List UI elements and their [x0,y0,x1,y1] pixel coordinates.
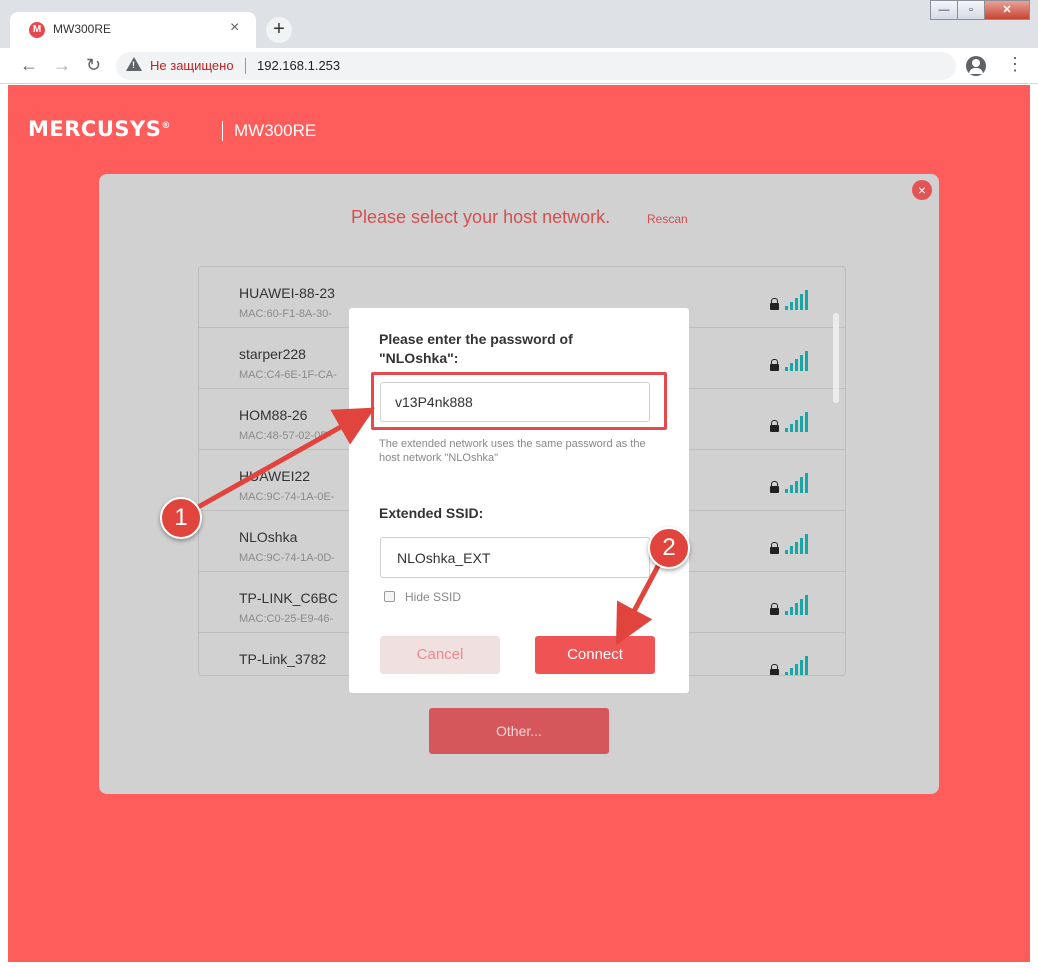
network-name: HOM88-26 [239,407,308,423]
tab-close-icon[interactable]: × [230,20,239,36]
other-network-button[interactable]: Other... [429,708,609,754]
hide-ssid-checkbox[interactable] [384,591,395,602]
network-list-scrollbar[interactable] [833,313,839,403]
network-mac: MAC:60-F1-8A-30- [239,308,332,320]
rescan-link[interactable]: Rescan [647,212,688,226]
window-close-button[interactable]: ✕ [984,0,1030,20]
warning-triangle-icon [126,57,142,71]
wifi-signal-icon [785,412,815,432]
url-text[interactable]: 192.168.1.253 [257,58,340,73]
network-name: starper228 [239,346,306,362]
network-name: TP-LINK_C6BC [239,590,338,606]
back-arrow-icon[interactable]: ← [20,55,38,75]
lock-icon [770,664,779,675]
lock-icon [770,542,779,554]
forward-arrow-icon[interactable]: → [53,55,71,75]
connect-button[interactable]: Connect [535,636,655,674]
network-name: TP-Link_3782 [239,651,327,667]
password-prompt: Please enter the password of "NLOshka": [379,331,573,366]
extended-ssid-input[interactable] [380,537,650,578]
network-mac: MAC:9C-74-1A-0D- [239,552,335,564]
browser-toolbar: ← → ↻ Не защищено 192.168.1.253 ☆ ⋮ [0,48,1038,84]
cancel-button[interactable]: Cancel [380,636,500,674]
password-highlight-box [371,372,667,430]
hide-ssid-label[interactable]: Hide SSID [405,590,461,604]
wifi-signal-icon [785,656,815,675]
password-hint: The extended network uses the same passw… [379,438,646,464]
extended-ssid-label: Extended SSID: [379,505,484,521]
panel-title: Please select your host network. [351,207,611,227]
lock-icon [770,603,779,615]
brand-logo: MERCUSYS® [28,117,171,141]
new-tab-button[interactable]: + [266,17,292,43]
reload-icon[interactable]: ↻ [86,55,101,75]
registered-mark: ® [161,121,171,131]
browser-titlebar: M MW300RE × + — ▫ ✕ [0,0,1038,48]
window-controls: — ▫ ✕ [930,0,1030,20]
maximize-button[interactable]: ▫ [957,0,985,20]
mercusys-favicon-icon: M [29,22,45,38]
browser-menu-icon[interactable]: ⋮ [1006,55,1024,73]
wifi-signal-icon [785,473,815,493]
wifi-signal-icon [785,290,815,310]
wifi-signal-icon [785,595,815,615]
wifi-signal-icon [785,534,815,554]
browser-tab[interactable]: M MW300RE × [10,12,256,48]
panel-close-icon[interactable]: × [912,180,932,200]
minimize-button[interactable]: — [930,0,958,20]
network-mac: MAC:C0-25-E9-46- [239,613,334,625]
network-name: HUAWEI22 [239,468,311,484]
not-secure-label[interactable]: Не защищено [150,58,234,73]
device-model: MW300RE [234,121,317,140]
account-icon[interactable] [966,56,986,76]
network-mac: MAC:C0-25-E9-1A- [239,674,334,675]
step-2-badge: 2 [648,527,690,569]
lock-icon [770,420,779,432]
network-name: NLOshka [239,529,298,545]
address-separator [245,58,246,74]
wifi-signal-icon [785,351,815,371]
brand-divider [222,121,223,141]
lock-icon [770,359,779,371]
lock-icon [770,298,779,310]
brand-name: MERCUSYS [28,117,162,141]
network-name: HUAWEI-88-23 [239,285,335,301]
lock-icon [770,481,779,493]
password-dialog: Please enter the password of "NLOshka": … [349,308,689,693]
network-mac: MAC:48-57-02-0B- [239,430,332,442]
tab-title: MW300RE [53,22,112,36]
network-mac: MAC:C4-6E-1F-CA- [239,369,337,381]
step-1-badge: 1 [160,497,202,539]
network-mac: MAC:9C-74-1A-0E- [239,491,335,503]
address-bar[interactable]: Не защищено 192.168.1.253 ☆ [116,52,956,80]
